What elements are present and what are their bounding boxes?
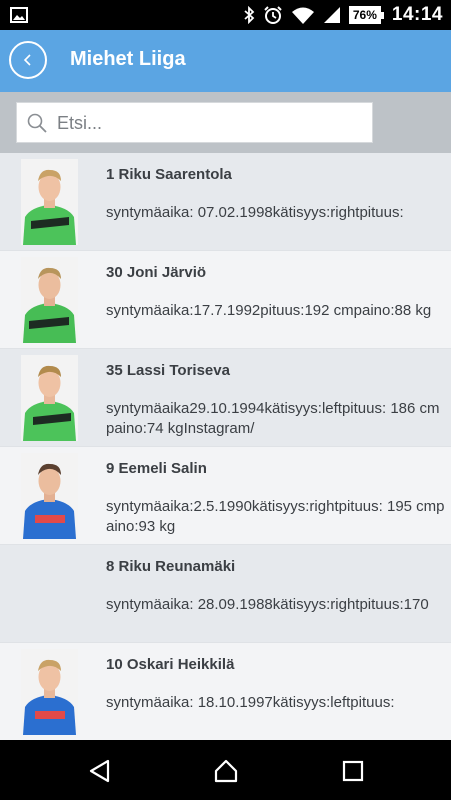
player-row[interactable]: 35 Lassi Toriseva syntymäaika29.10.1994k… bbox=[0, 349, 451, 447]
battery-percent: 76% bbox=[348, 6, 381, 24]
app-header: Miehet Liiga bbox=[0, 30, 451, 92]
search-icon bbox=[27, 113, 47, 133]
back-button[interactable] bbox=[9, 41, 47, 79]
player-info: syntymäaika: 07.02.1998kätisyys:rightpit… bbox=[106, 204, 404, 221]
player-name: 10 Oskari Heikkilä bbox=[106, 656, 235, 673]
navigation-bar bbox=[0, 740, 451, 800]
back-triangle-icon[interactable] bbox=[87, 758, 113, 784]
player-row[interactable]: 10 Oskari Heikkilä syntymäaika: 18.10.19… bbox=[0, 643, 451, 740]
player-row[interactable]: 8 Riku Reunamäki syntymäaika: 28.09.1988… bbox=[0, 545, 451, 643]
player-row[interactable]: 30 Joni Järviö syntymäaika:17.7.1992pitu… bbox=[0, 251, 451, 349]
player-photo bbox=[21, 159, 78, 245]
player-photo bbox=[21, 453, 78, 539]
signal-icon bbox=[323, 7, 340, 23]
alarm-icon bbox=[264, 6, 282, 24]
player-row[interactable]: 9 Eemeli Salin syntymäaika:2.5.1990kätis… bbox=[0, 447, 451, 545]
player-photo bbox=[21, 649, 78, 735]
player-name: 8 Riku Reunamäki bbox=[106, 558, 236, 575]
player-info: syntymäaika:2.5.1990kätisyys:rightpituus… bbox=[106, 498, 445, 535]
wifi-icon bbox=[291, 7, 314, 24]
recents-square-icon[interactable] bbox=[340, 758, 366, 784]
clock: 14:14 bbox=[391, 4, 443, 25]
bluetooth-icon bbox=[244, 6, 255, 24]
search-input[interactable] bbox=[57, 109, 357, 137]
player-photo bbox=[21, 355, 78, 441]
player-info: syntymäaika29.10.1994kätisyys:leftpituus… bbox=[106, 400, 440, 437]
player-name: 1 Riku Saarentola bbox=[106, 166, 232, 183]
player-name: 30 Joni Järviö bbox=[106, 264, 207, 281]
battery-icon: 76% bbox=[348, 6, 384, 24]
player-photo bbox=[21, 257, 78, 343]
player-name: 9 Eemeli Salin bbox=[106, 460, 207, 477]
page-title: Miehet Liiga bbox=[70, 48, 186, 70]
status-bar: 76% 14:14 bbox=[0, 0, 451, 30]
player-info: syntymäaika: 18.10.1997kätisyys:leftpitu… bbox=[106, 694, 395, 711]
status-icons: 76% 14:14 bbox=[243, 0, 443, 30]
home-icon[interactable] bbox=[213, 758, 239, 784]
chevron-left-icon bbox=[23, 54, 31, 66]
player-list: 1 Riku Saarentola syntymäaika: 07.02.199… bbox=[0, 153, 451, 740]
search-bar bbox=[0, 92, 451, 153]
image-icon bbox=[10, 7, 28, 23]
player-info: syntymäaika: 28.09.1988kätisyys:rightpit… bbox=[106, 596, 429, 613]
player-row[interactable]: 1 Riku Saarentola syntymäaika: 07.02.199… bbox=[0, 153, 451, 251]
player-info: syntymäaika:17.7.1992pituus:192 cmpaino:… bbox=[106, 302, 432, 319]
search-box[interactable] bbox=[16, 102, 373, 143]
player-name: 35 Lassi Toriseva bbox=[106, 362, 230, 379]
